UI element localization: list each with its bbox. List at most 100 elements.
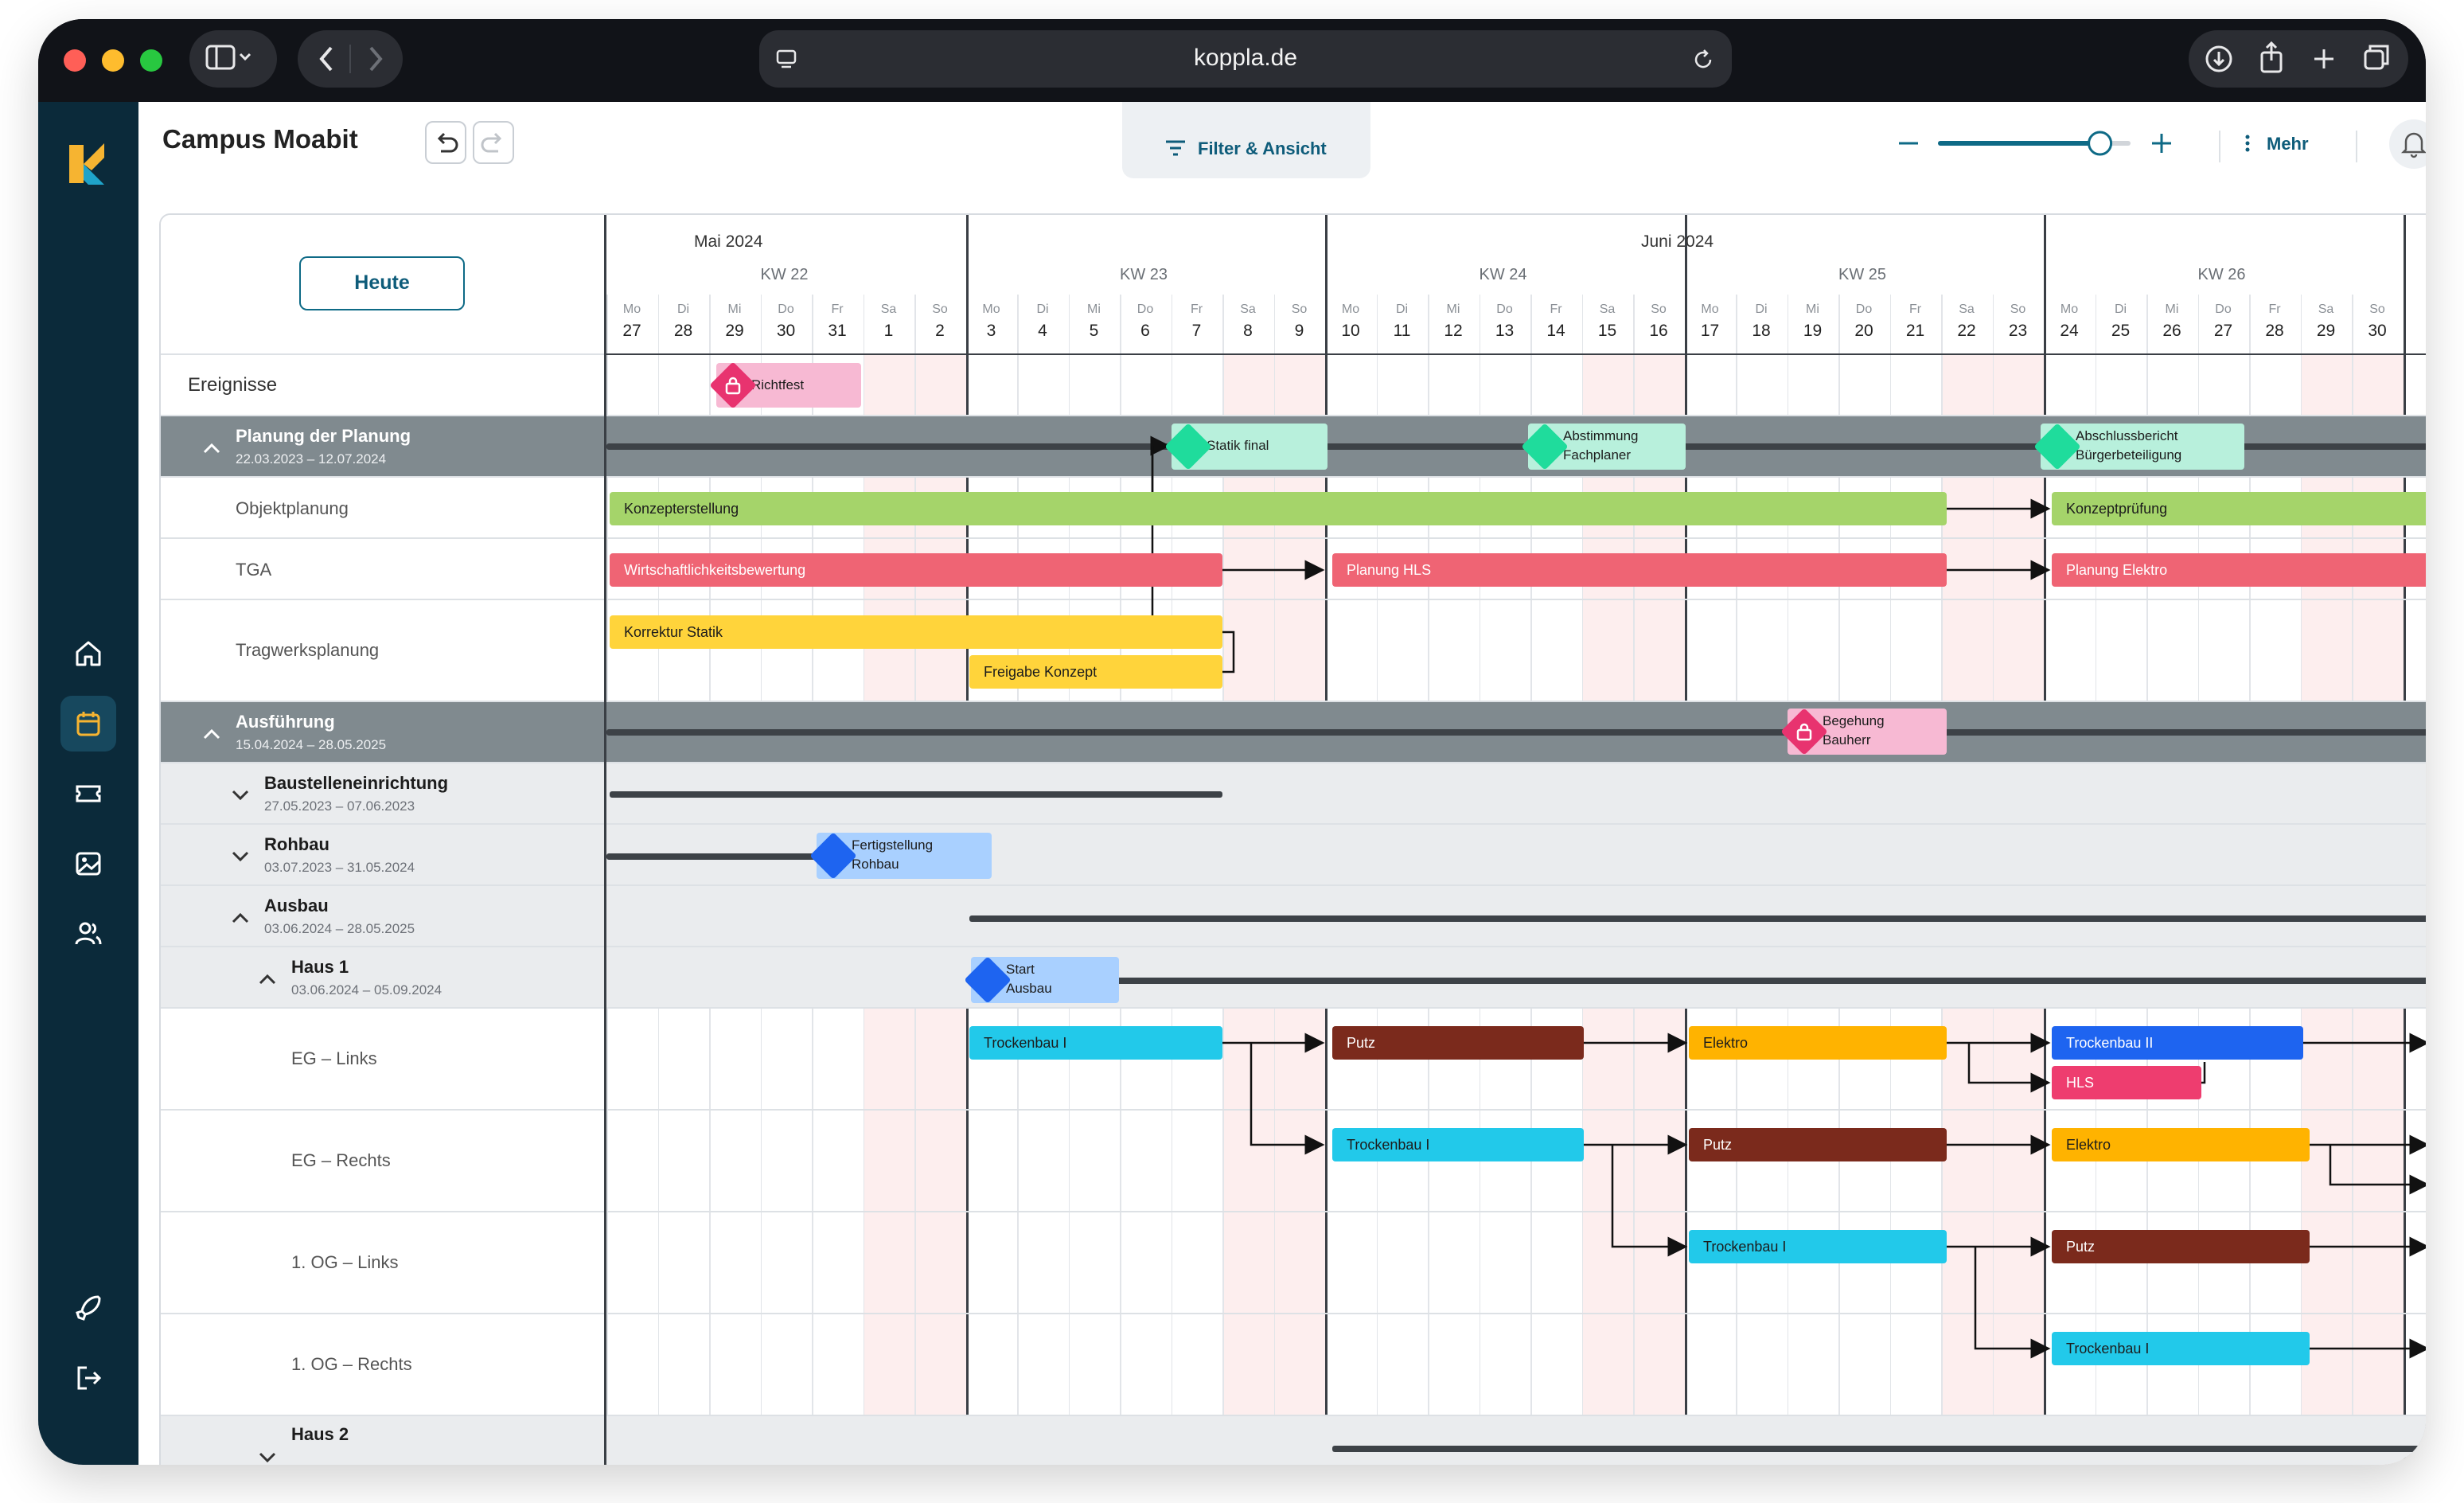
- task-trockenbau-2[interactable]: Trockenbau II: [2052, 1026, 2303, 1060]
- group-haus1[interactable]: Haus 1 03.06.2024 – 05.09.2024: [161, 947, 604, 1009]
- group-title: Rohbau: [264, 834, 329, 854]
- group-ausbau[interactable]: Ausbau 03.06.2024 – 28.05.2025: [161, 886, 604, 947]
- lock-icon: [1796, 723, 1812, 741]
- group-title: Ausführung: [236, 712, 335, 732]
- chevron-up-icon[interactable]: [202, 442, 221, 455]
- zoom-control: [1899, 131, 2171, 156]
- gantt-timeline: Mai 2024 Juni 2024 Mo 27 Di 28 Mi 29 Do 30 Fr 31 S…: [606, 215, 2426, 1465]
- image-icon: [76, 852, 101, 876]
- zoom-slider-handle[interactable]: [2088, 131, 2113, 156]
- filter-view-button[interactable]: Filter & Ansicht: [1122, 102, 1370, 178]
- milestone-label-line: Fachplaner: [1563, 447, 1632, 463]
- task-hls[interactable]: HLS: [2052, 1066, 2201, 1099]
- group-planung[interactable]: Planung der Planung 22.03.2023 – 12.07.2…: [161, 416, 604, 478]
- nav-logout[interactable]: [60, 1350, 116, 1406]
- browser-action-icons: [2205, 41, 2389, 73]
- task-trockenbau-1[interactable]: Trockenbau I: [1332, 1128, 1584, 1161]
- task-putz[interactable]: Putz: [2052, 1230, 2310, 1263]
- chevron-down-icon[interactable]: [231, 789, 250, 802]
- task-putz[interactable]: Putz: [1332, 1026, 1584, 1060]
- minimize-window-button[interactable]: [102, 49, 124, 72]
- task-elektro[interactable]: Elektro: [1689, 1026, 1947, 1060]
- bell-icon: [2400, 132, 2426, 158]
- task-wirtschaftlichkeit[interactable]: Wirtschaftlichkeitsbewertung: [610, 553, 1222, 587]
- group-baustelle[interactable]: Baustelleneinrichtung 27.05.2023 – 07.06…: [161, 763, 604, 825]
- header-divider-2: [2356, 131, 2357, 162]
- logout-icon: [77, 1366, 102, 1390]
- users-icon: [75, 922, 102, 945]
- milestone-label-line: Rohbau: [852, 857, 899, 872]
- task-konzeptpruefung[interactable]: Konzeptprüfung: [2052, 492, 2426, 525]
- nav-tickets[interactable]: [60, 766, 116, 822]
- row-label-tragwerk: Tragwerksplanung: [161, 600, 604, 702]
- new-tab-icon[interactable]: [2314, 49, 2333, 68]
- group-title: Planung der Planung: [236, 426, 411, 446]
- task-trockenbau-1[interactable]: Trockenbau I: [2052, 1332, 2310, 1365]
- milestone-label: Richtfest: [751, 377, 805, 392]
- redo-button[interactable]: [473, 121, 514, 164]
- timeline-corner: Heute: [161, 215, 604, 355]
- koppla-app: Campus Moabit Filter & Ansicht Mehr Heut…: [38, 102, 2426, 1465]
- undo-button[interactable]: [425, 121, 466, 164]
- row-title: Objektplanung: [236, 498, 349, 518]
- group-dates: 27.05.2023 – 07.06.2023: [264, 798, 415, 814]
- milestone-label-line: Abschlussbericht: [2076, 428, 2178, 443]
- address-bar[interactable]: koppla.de: [759, 30, 1732, 88]
- task-korrektur-statik[interactable]: Korrektur Statik: [610, 615, 1222, 649]
- row-labels: Heute Ereignisse Planung der Planung 22.…: [161, 215, 606, 1465]
- nav-team[interactable]: [60, 906, 116, 962]
- task-trockenbau-1[interactable]: Trockenbau I: [969, 1026, 1222, 1060]
- today-button[interactable]: Heute: [299, 256, 465, 310]
- row-title: 1. OG – Links: [291, 1252, 399, 1272]
- reload-icon[interactable]: [1692, 48, 1716, 72]
- browser-titlebar: koppla.de: [38, 19, 2426, 102]
- task-planung-hls[interactable]: Planung HLS: [1332, 553, 1947, 587]
- close-window-button[interactable]: [64, 49, 86, 72]
- app-header: Campus Moabit Filter & Ansicht Mehr: [138, 102, 2426, 186]
- sidebar-toggle-button[interactable]: [189, 30, 277, 88]
- nav-home[interactable]: [60, 626, 116, 681]
- tabs-overview-icon[interactable]: [2364, 45, 2389, 70]
- chevron-up-icon[interactable]: [231, 912, 250, 924]
- chevron-up-icon[interactable]: [258, 973, 277, 986]
- koppla-logo-icon[interactable]: [64, 140, 112, 188]
- task-putz[interactable]: Putz: [1689, 1128, 1947, 1161]
- undo-icon: [437, 132, 458, 153]
- nav-launch[interactable]: [60, 1280, 116, 1336]
- milestone-label: Statik final: [1207, 438, 1269, 453]
- notifications-button[interactable]: [2389, 119, 2426, 169]
- filter-icon: [1166, 140, 1185, 156]
- task-konzepterstellung[interactable]: Konzepterstellung: [610, 492, 1947, 525]
- milestone-label-line: Ausbau: [1006, 981, 1052, 996]
- task-planung-elektro[interactable]: Planung Elektro: [2052, 553, 2426, 587]
- row-label-eg-links: EG – Links: [161, 1009, 604, 1111]
- back-forward-icons[interactable]: [298, 30, 403, 88]
- chevron-down-icon[interactable]: [231, 850, 250, 863]
- row-title: EG – Rechts: [291, 1150, 391, 1170]
- row-label-events: Ereignisse: [161, 355, 604, 416]
- nav-calendar[interactable]: [60, 696, 116, 752]
- share-icon[interactable]: [2260, 41, 2283, 73]
- download-icon[interactable]: [2205, 45, 2232, 72]
- more-menu-button[interactable]: Mehr: [2240, 126, 2319, 161]
- header-divider: [2219, 131, 2220, 162]
- redo-icon: [481, 132, 502, 153]
- page-title: Campus Moabit: [162, 124, 358, 154]
- task-trockenbau-1[interactable]: Trockenbau I: [1689, 1230, 1947, 1263]
- zoom-in-icon[interactable]: [2152, 134, 2171, 153]
- group-dates: 03.06.2024 – 05.09.2024: [291, 982, 443, 997]
- group-title: Haus 2: [291, 1424, 349, 1444]
- maximize-window-button[interactable]: [140, 49, 162, 72]
- task-elektro[interactable]: Elektro: [2052, 1128, 2310, 1161]
- milestone-label-line: Bauherr: [1823, 732, 1871, 748]
- chevron-down-icon[interactable]: [258, 1451, 277, 1464]
- task-freigabe-konzept[interactable]: Freigabe Konzept: [969, 655, 1222, 689]
- nav-images[interactable]: [60, 836, 116, 892]
- lock-icon: [725, 377, 741, 395]
- group-ausfuehrung[interactable]: Ausführung 15.04.2024 – 28.05.2025: [161, 702, 604, 763]
- group-rohbau[interactable]: Rohbau 03.07.2023 – 31.05.2024: [161, 825, 604, 886]
- chevron-up-icon[interactable]: [202, 728, 221, 740]
- group-dates: 15.04.2024 – 28.05.2025: [236, 737, 387, 752]
- browser-window: koppla.de Campus Moabit Filter & Ansicht…: [38, 19, 2426, 1465]
- group-haus2[interactable]: Haus 2: [161, 1416, 604, 1465]
